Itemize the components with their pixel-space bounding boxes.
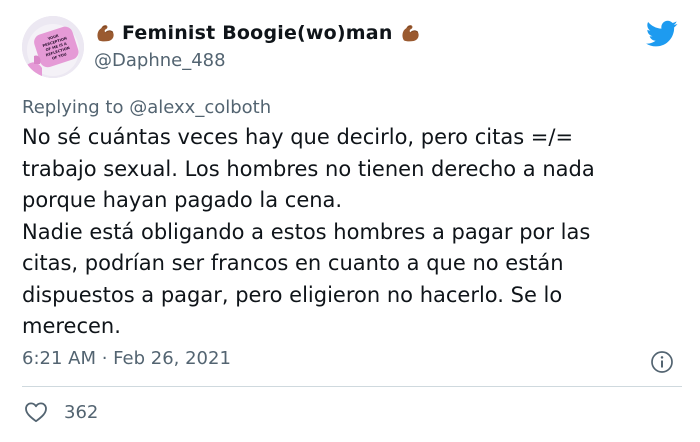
avatar[interactable]: YOUR PERCEPTION OF ME IS A REFLECTION OF… <box>22 16 84 78</box>
tweet-text-line: No sé cuántas veces hay que decirlo, per… <box>22 125 574 149</box>
tweet-text-line: Nadie está obligando a estos hombres a p… <box>22 219 591 244</box>
tweet-card: YOUR PERCEPTION OF ME IS A REFLECTION OF… <box>0 0 700 442</box>
info-icon[interactable] <box>650 350 674 374</box>
replying-to: Replying to @alexx_colboth <box>22 97 271 118</box>
tweet-text-line: trabajo sexual. Los hombres no tienen de… <box>22 156 595 181</box>
heart-icon[interactable] <box>24 401 48 423</box>
tweet-timestamp[interactable]: 6:21 AM · Feb 26, 2021 <box>22 348 231 369</box>
tweet-text-line: porque hayan pagado la cena. <box>22 188 343 212</box>
reply-mention-link[interactable]: @alexx_colboth <box>129 97 271 118</box>
flexed-biceps-icon <box>402 25 419 42</box>
tweet-text-line: merecen. <box>22 314 121 338</box>
replying-to-label: Replying to <box>22 97 124 118</box>
divider <box>22 386 682 387</box>
display-name[interactable]: Feminist Boogie(wo)man <box>94 22 421 44</box>
user-handle[interactable]: @Daphne_488 <box>94 50 226 71</box>
avatar-image: YOUR PERCEPTION OF ME IS A REFLECTION OF… <box>22 16 84 78</box>
tweet-text: No sé cuántas veces hay que decirlo, per… <box>22 122 682 343</box>
flexed-biceps-icon <box>97 25 114 42</box>
tweet-text-line: citas, podrían ser francos en cuanto a q… <box>22 251 564 275</box>
like-button[interactable]: 362 <box>24 401 98 423</box>
twitter-bird-icon[interactable] <box>646 20 678 48</box>
like-count: 362 <box>64 401 99 423</box>
tweet-text-line: dispuestos a pagar, pero eligieron no ha… <box>22 282 563 307</box>
display-name-text: Feminist Boogie(wo)man <box>122 22 393 44</box>
